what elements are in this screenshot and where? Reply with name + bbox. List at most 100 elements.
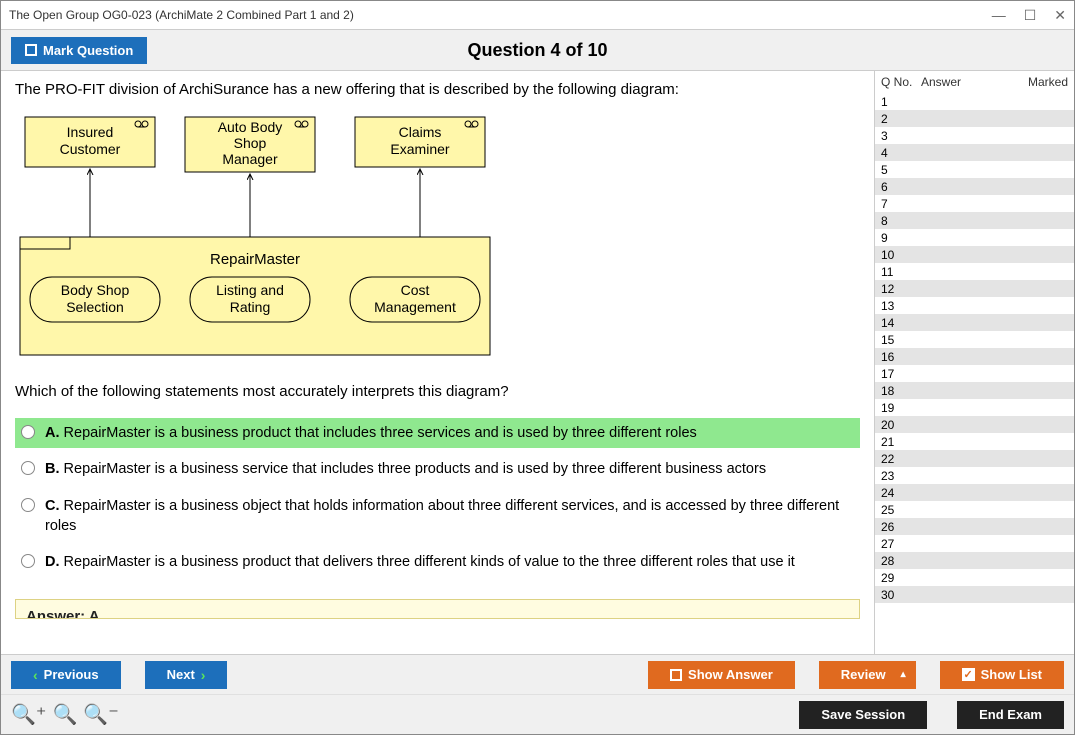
svg-text:Listing and: Listing and <box>216 282 284 298</box>
qlist-row[interactable]: 8 <box>875 212 1074 229</box>
qlist-row[interactable]: 17 <box>875 365 1074 382</box>
next-button[interactable]: Next › <box>145 661 228 689</box>
qlist-row[interactable]: 25 <box>875 501 1074 518</box>
question-scroll[interactable]: The PRO-FIT division of ArchiSurance has… <box>1 71 874 654</box>
nav-bar: ‹ Previous Next › Show Answer Review ✓ S… <box>1 654 1074 694</box>
option-b[interactable]: B. RepairMaster is a business service th… <box>15 454 860 484</box>
qlist-row[interactable]: 16 <box>875 348 1074 365</box>
question-list-panel: Q No. Answer Marked 12345678910111213141… <box>874 71 1074 654</box>
qlist-head-answer: Answer <box>921 75 1008 89</box>
qlist-body[interactable]: 1234567891011121314151617181920212223242… <box>875 93 1074 654</box>
radio-icon <box>21 554 35 568</box>
maximize-icon[interactable]: ☐ <box>1024 7 1037 24</box>
checkbox-icon <box>25 44 37 56</box>
qlist-row[interactable]: 9 <box>875 229 1074 246</box>
titlebar: The Open Group OG0-023 (ArchiMate 2 Comb… <box>1 1 1074 29</box>
radio-icon <box>21 425 35 439</box>
save-session-label: Save Session <box>821 707 905 722</box>
svg-text:Shop: Shop <box>234 135 267 151</box>
app-window: The Open Group OG0-023 (ArchiMate 2 Comb… <box>0 0 1075 735</box>
qlist-row[interactable]: 28 <box>875 552 1074 569</box>
svg-text:Customer: Customer <box>60 141 121 157</box>
question-pane: The PRO-FIT division of ArchiSurance has… <box>1 71 874 654</box>
qlist-row[interactable]: 24 <box>875 484 1074 501</box>
end-exam-label: End Exam <box>979 707 1042 722</box>
qlist-row[interactable]: 12 <box>875 280 1074 297</box>
qlist-row[interactable]: 3 <box>875 127 1074 144</box>
qlist-row[interactable]: 5 <box>875 161 1074 178</box>
qlist-row[interactable]: 2 <box>875 110 1074 127</box>
chevron-right-icon: › <box>201 667 206 683</box>
qlist-row[interactable]: 18 <box>875 382 1074 399</box>
option-text: D. RepairMaster is a business product th… <box>45 552 795 572</box>
qlist-head-marked: Marked <box>1008 75 1068 89</box>
role-auto-body-shop-manager: Auto Body Shop Manager <box>185 117 315 172</box>
zoom-in-icon[interactable]: 🔍⁺ <box>11 702 46 727</box>
svg-text:Body Shop: Body Shop <box>61 282 130 298</box>
review-label: Review <box>841 667 886 682</box>
qlist-row[interactable]: 1 <box>875 93 1074 110</box>
svg-text:Rating: Rating <box>230 299 270 315</box>
chevron-left-icon: ‹ <box>33 667 38 683</box>
main-area: The PRO-FIT division of ArchiSurance has… <box>1 71 1074 654</box>
qlist-row[interactable]: 7 <box>875 195 1074 212</box>
previous-button[interactable]: ‹ Previous <box>11 661 121 689</box>
svg-text:Auto Body: Auto Body <box>218 119 283 135</box>
svg-text:Management: Management <box>374 299 456 315</box>
option-text: B. RepairMaster is a business service th… <box>45 459 766 479</box>
mark-question-button[interactable]: Mark Question <box>11 37 147 64</box>
svg-text:Manager: Manager <box>222 151 278 167</box>
answer-reveal: Answer: A <box>15 599 860 619</box>
option-text: A. RepairMaster is a business product th… <box>45 423 697 443</box>
show-answer-label: Show Answer <box>688 667 773 682</box>
zoom-out-icon[interactable]: 🔍⁻ <box>83 702 118 727</box>
end-exam-button[interactable]: End Exam <box>957 701 1064 729</box>
svg-text:RepairMaster: RepairMaster <box>210 251 300 268</box>
mark-question-label: Mark Question <box>43 43 133 58</box>
qlist-row[interactable]: 15 <box>875 331 1074 348</box>
svg-text:Selection: Selection <box>66 299 124 315</box>
zoom-reset-icon[interactable]: 🔍 <box>52 702 77 727</box>
square-icon <box>670 669 682 681</box>
qlist-row[interactable]: 4 <box>875 144 1074 161</box>
qlist-row[interactable]: 30 <box>875 586 1074 603</box>
window-controls: — ☐ ✕ <box>992 7 1066 24</box>
qlist-row[interactable]: 26 <box>875 518 1074 535</box>
qlist-row[interactable]: 21 <box>875 433 1074 450</box>
service-body-shop-selection: Body Shop Selection <box>30 277 160 322</box>
qlist-row[interactable]: 22 <box>875 450 1074 467</box>
check-icon: ✓ <box>962 668 975 681</box>
qlist-row[interactable]: 19 <box>875 399 1074 416</box>
radio-icon <box>21 498 35 512</box>
close-icon[interactable]: ✕ <box>1054 7 1066 24</box>
role-insured-customer: Insured Customer <box>25 117 155 167</box>
svg-text:Examiner: Examiner <box>390 141 449 157</box>
qlist-row[interactable]: 6 <box>875 178 1074 195</box>
qlist-row[interactable]: 27 <box>875 535 1074 552</box>
qlist-row[interactable]: 13 <box>875 297 1074 314</box>
option-c[interactable]: C. RepairMaster is a business object tha… <box>15 491 860 542</box>
option-a[interactable]: A. RepairMaster is a business product th… <box>15 418 860 448</box>
archimate-diagram: Insured Customer Auto Body Shop Manager … <box>15 112 495 362</box>
show-answer-button[interactable]: Show Answer <box>648 661 795 689</box>
option-text: C. RepairMaster is a business object tha… <box>45 496 854 537</box>
qlist-row[interactable]: 14 <box>875 314 1074 331</box>
save-session-button[interactable]: Save Session <box>799 701 927 729</box>
service-cost-management: Cost Management <box>350 277 480 322</box>
qlist-row[interactable]: 23 <box>875 467 1074 484</box>
qlist-row[interactable]: 20 <box>875 416 1074 433</box>
sub-question: Which of the following statements most a… <box>15 383 860 400</box>
qlist-row[interactable]: 10 <box>875 246 1074 263</box>
qlist-row[interactable]: 29 <box>875 569 1074 586</box>
show-list-button[interactable]: ✓ Show List <box>940 661 1064 689</box>
previous-label: Previous <box>44 667 99 682</box>
radio-icon <box>21 461 35 475</box>
qlist-row[interactable]: 11 <box>875 263 1074 280</box>
svg-text:Insured: Insured <box>67 124 114 140</box>
question-stem: The PRO-FIT division of ArchiSurance has… <box>15 81 860 98</box>
review-button[interactable]: Review <box>819 661 916 689</box>
option-d[interactable]: D. RepairMaster is a business product th… <box>15 547 860 577</box>
minimize-icon[interactable]: — <box>992 7 1006 23</box>
qlist-head-no: Q No. <box>881 75 921 89</box>
question-counter: Question 4 of 10 <box>467 40 607 61</box>
